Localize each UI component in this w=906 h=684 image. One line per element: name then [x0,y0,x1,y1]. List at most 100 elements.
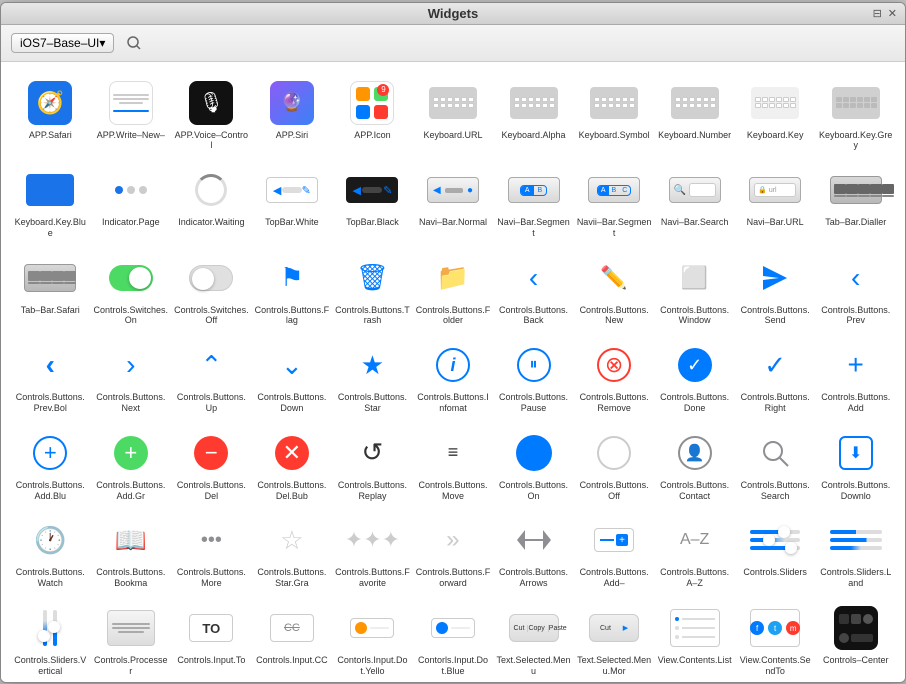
widget-item-controls-input-dot-blue[interactable]: Contorls.Input.Dot.Blue [414,597,493,681]
widget-label-controls-btns-bookma: Controls.Buttons.Bookma [94,567,169,589]
widget-item-controls-btns-del[interactable]: − Controls.Buttons.Del [172,422,251,508]
widget-item-controls-sliders-vertical[interactable]: Controls.Sliders.Vertical [11,597,90,681]
widget-item-controls-switches-on[interactable]: Controls.Switches.On [92,247,171,333]
widget-item-controls-btns-forward[interactable]: » Controls.Buttons.Forward [414,509,493,595]
widget-item-view-contents-list[interactable]: View.Contents.List [655,597,734,681]
widget-item-controls-btns-add-blu[interactable]: + Controls.Buttons.Add.Blu [11,422,90,508]
widget-icon-controls-btns-flag: ⚑ [262,253,322,303]
widget-item-controls-btns-infomat[interactable]: i Controls.Buttons.Infomat [414,334,493,420]
widget-item-controls-btns-window[interactable]: ⬜ Controls.Buttons.Window [655,247,734,333]
widget-item-app-safari[interactable]: 🧭 APP.Safari [11,72,90,158]
widget-label-controls-btns-replay: Controls.Buttons.Replay [335,480,410,502]
widget-item-app-siri[interactable]: 🔮 APP.Siri [253,72,332,158]
widget-item-controls-btns-add-gr[interactable]: + Controls.Buttons.Add.Gr [92,422,171,508]
widget-label-controls-btns-forward: Controls.Buttons.Forward [416,567,491,589]
widget-item-controls-btns-next[interactable]: › Controls.Buttons.Next [92,334,171,420]
widget-item-keyboard-number[interactable]: Keyboard.Number [655,72,734,158]
widget-label-controls-btns-del: Controls.Buttons.Del [174,480,249,502]
widget-item-controls-btns-search[interactable]: Controls.Buttons.Search [736,422,815,508]
widget-item-text-selected-menu-mor[interactable]: Cut ▶ Text.Selected.Menu.Mor [575,597,654,681]
widget-item-indicator-page[interactable]: Indicator.Page [92,159,171,245]
widget-item-keyboard-key-grey[interactable]: Keyboard.Key.Grey [816,72,895,158]
widget-item-app-write-new[interactable]: APP.Write–New– [92,72,171,158]
widget-item-controls-btns-prev-bol[interactable]: ‹ Controls.Buttons.Prev.Bol [11,334,90,420]
widget-item-controls-btns-add[interactable]: + Controls.Buttons.Add [816,334,895,420]
widget-label-controls-btns-contact: Controls.Buttons.Contact [657,480,732,502]
widget-item-keyboard-key[interactable]: Keyboard.Key [736,72,815,158]
widget-item-controls-btns-back[interactable]: ‹ Controls.Buttons.Back [494,247,573,333]
widget-item-navi-bar-segment[interactable]: A B Navi–Bar.Segment [494,159,573,245]
widget-item-controls-btns-contact[interactable]: 👤 Controls.Buttons.Contact [655,422,734,508]
widget-item-controls-btns-star-gra[interactable]: ☆ Controls.Buttons.Star.Gra [253,509,332,595]
widget-icon-controls-btns-prev-bol: ‹ [20,340,80,390]
widget-item-controls-btns-done[interactable]: ✓ Controls.Buttons.Done [655,334,734,420]
widget-item-controls-btns-move[interactable]: ≡ Controls.Buttons.Move [414,422,493,508]
widget-item-text-selected-menu[interactable]: Cut Copy Paste Text.Selected.Menu [494,597,573,681]
widget-item-tab-bar-safari[interactable]: Tab–Bar.Safari [11,247,90,333]
close-button[interactable]: ✕ [888,7,897,20]
widget-item-controls-btns-flag[interactable]: ⚑ Controls.Buttons.Flag [253,247,332,333]
widget-item-controls-switches-off[interactable]: Controls.Switches.Off [172,247,251,333]
widget-item-controls-btns-down[interactable]: ⌄ Controls.Buttons.Down [253,334,332,420]
widget-item-controls-btns-arrows[interactable]: Controls.Buttons.Arrows [494,509,573,595]
widget-item-controls-btns-right[interactable]: ✓ Controls.Buttons.Right [736,334,815,420]
widget-item-keyboard-symbol[interactable]: Keyboard.Symbol [575,72,654,158]
widget-item-controls-btns-send[interactable]: Controls.Buttons.Send [736,247,815,333]
widget-item-controls-btns-up[interactable]: ⌃ Controls.Buttons.Up [172,334,251,420]
widget-label-controls-btns-add-blu: Controls.Buttons.Add.Blu [13,480,88,502]
widget-item-controls-sliders[interactable]: Controls.Sliders [736,509,815,595]
widget-item-controls-btns-favorite[interactable]: ✦✦✦ Controls.Buttons.Favorite [333,509,412,595]
minimize-button[interactable]: ⊟ [873,7,882,20]
widget-item-controls-center[interactable]: Controls–Center [816,597,895,681]
widget-item-controls-btns-new[interactable]: ✏️ Controls.Buttons.New [575,247,654,333]
widget-item-controls-btns-off[interactable]: Controls.Buttons.Off [575,422,654,508]
widget-item-controls-btns-star[interactable]: ★ Controls.Buttons.Star [333,334,412,420]
widget-item-indicator-waiting[interactable]: Indicator.Waiting [172,159,251,245]
widget-label-controls-btns-window: Controls.Buttons.Window [657,305,732,327]
widget-item-topbar-white[interactable]: ◀ ✎ TopBar.White [253,159,332,245]
widget-item-navi-bar-url[interactable]: 🔒 url Navi–Bar.URL [736,159,815,245]
widget-item-keyboard-alpha[interactable]: Keyboard.Alpha [494,72,573,158]
widget-item-app-voice-control[interactable]: 🎙 APP.Voice–Control [172,72,251,158]
widget-item-app-icon[interactable]: 9 APP.Icon [333,72,412,158]
search-button[interactable] [122,31,146,55]
widget-item-controls-input-cc[interactable]: CC Controls.Input.CC [253,597,332,681]
widget-icon-indicator-page [101,165,161,215]
widget-item-controls-btns-more[interactable]: ••• Controls.Buttons.More [172,509,251,595]
widget-item-controls-input-to[interactable]: TO Controls.Input.To [172,597,251,681]
widget-item-keyboard-url[interactable]: Keyboard.URL [414,72,493,158]
widget-item-topbar-black[interactable]: ◀ ✎ TopBar.Black [333,159,412,245]
theme-dropdown[interactable]: iOS7–Base–UI▾ [11,33,114,53]
widget-label-controls-btns-flag: Controls.Buttons.Flag [255,305,330,327]
widget-item-controls-btns-folder[interactable]: 📁 Controls.Buttons.Folder [414,247,493,333]
theme-dropdown-label: iOS7–Base–UI▾ [20,36,105,50]
widget-item-controls-btns-pause[interactable]: ⏸ Controls.Buttons.Pause [494,334,573,420]
widget-label-indicator-page: Indicator.Page [102,217,160,228]
widget-item-controls-btns-replay[interactable]: ↺ Controls.Buttons.Replay [333,422,412,508]
widget-item-controls-btns-trash[interactable]: 🗑 Controls.Buttons.Trash [333,247,412,333]
widget-item-controls-processer[interactable]: Controls.Processer [92,597,171,681]
widget-label-controls-btns-add-dash: Controls.Buttons.Add– [577,567,652,589]
widget-item-navii-bar-segment[interactable]: A B C Navii–Bar.Segment [575,159,654,245]
widget-item-controls-btns-del-bub[interactable]: ✕ Controls.Buttons.Del.Bub [253,422,332,508]
widget-item-controls-btns-remove[interactable]: ⊗ Controls.Buttons.Remove [575,334,654,420]
widget-icon-controls-btns-next: › [101,340,161,390]
widget-item-view-contents-sendto[interactable]: f t m View.Contents.SendTo [736,597,815,681]
widget-item-controls-btns-downlo[interactable]: ⬇ Controls.Buttons.Downlo [816,422,895,508]
widget-item-controls-btns-az[interactable]: A–Z Controls.Buttons.A–Z [655,509,734,595]
widget-item-controls-btns-add-dash[interactable]: + Controls.Buttons.Add– [575,509,654,595]
widget-item-controls-btns-on[interactable]: Controls.Buttons.On [494,422,573,508]
widget-item-controls-btns-watch[interactable]: 🕐 Controls.Buttons.Watch [11,509,90,595]
widget-item-tab-bar-dialler[interactable]: Tab–Bar.Dialler [816,159,895,245]
widget-item-keyboard-key-blue[interactable]: Keyboard.Key.Blue [11,159,90,245]
widget-item-navi-bar-search[interactable]: 🔍 Navi–Bar.Search [655,159,734,245]
widget-item-controls-input-dot-yello[interactable]: Contorls.Input.Dot.Yello [333,597,412,681]
widget-item-navi-bar-normal[interactable]: ◀ ● Navi–Bar.Normal [414,159,493,245]
widget-label-controls-btns-arrows: Controls.Buttons.Arrows [496,567,571,589]
widget-icon-controls-input-to: TO [181,603,241,653]
widget-item-controls-btns-bookma[interactable]: 📖 Controls.Buttons.Bookma [92,509,171,595]
widget-icon-controls-btns-folder: 📁 [423,253,483,303]
widget-icon-keyboard-symbol [584,78,644,128]
widget-item-controls-btns-prev[interactable]: ‹ Controls.Buttons.Prev [816,247,895,333]
widget-item-controls-sliders-land[interactable]: Controls.Sliders.Land [816,509,895,595]
